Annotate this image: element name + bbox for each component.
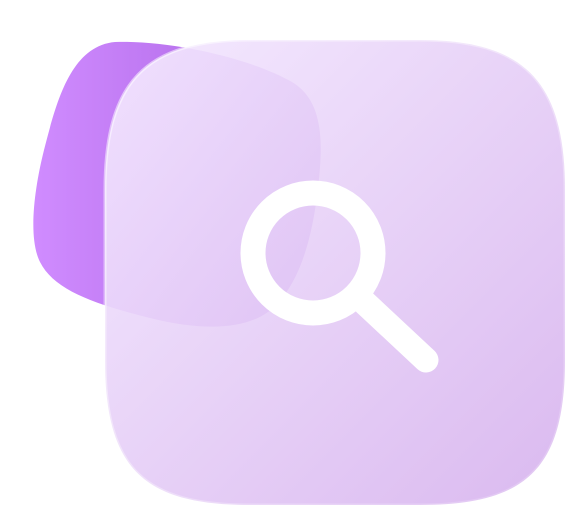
search-icon-illustration: [0, 0, 585, 525]
icon-artwork: [33, 38, 567, 507]
front-tile: [103, 38, 567, 507]
